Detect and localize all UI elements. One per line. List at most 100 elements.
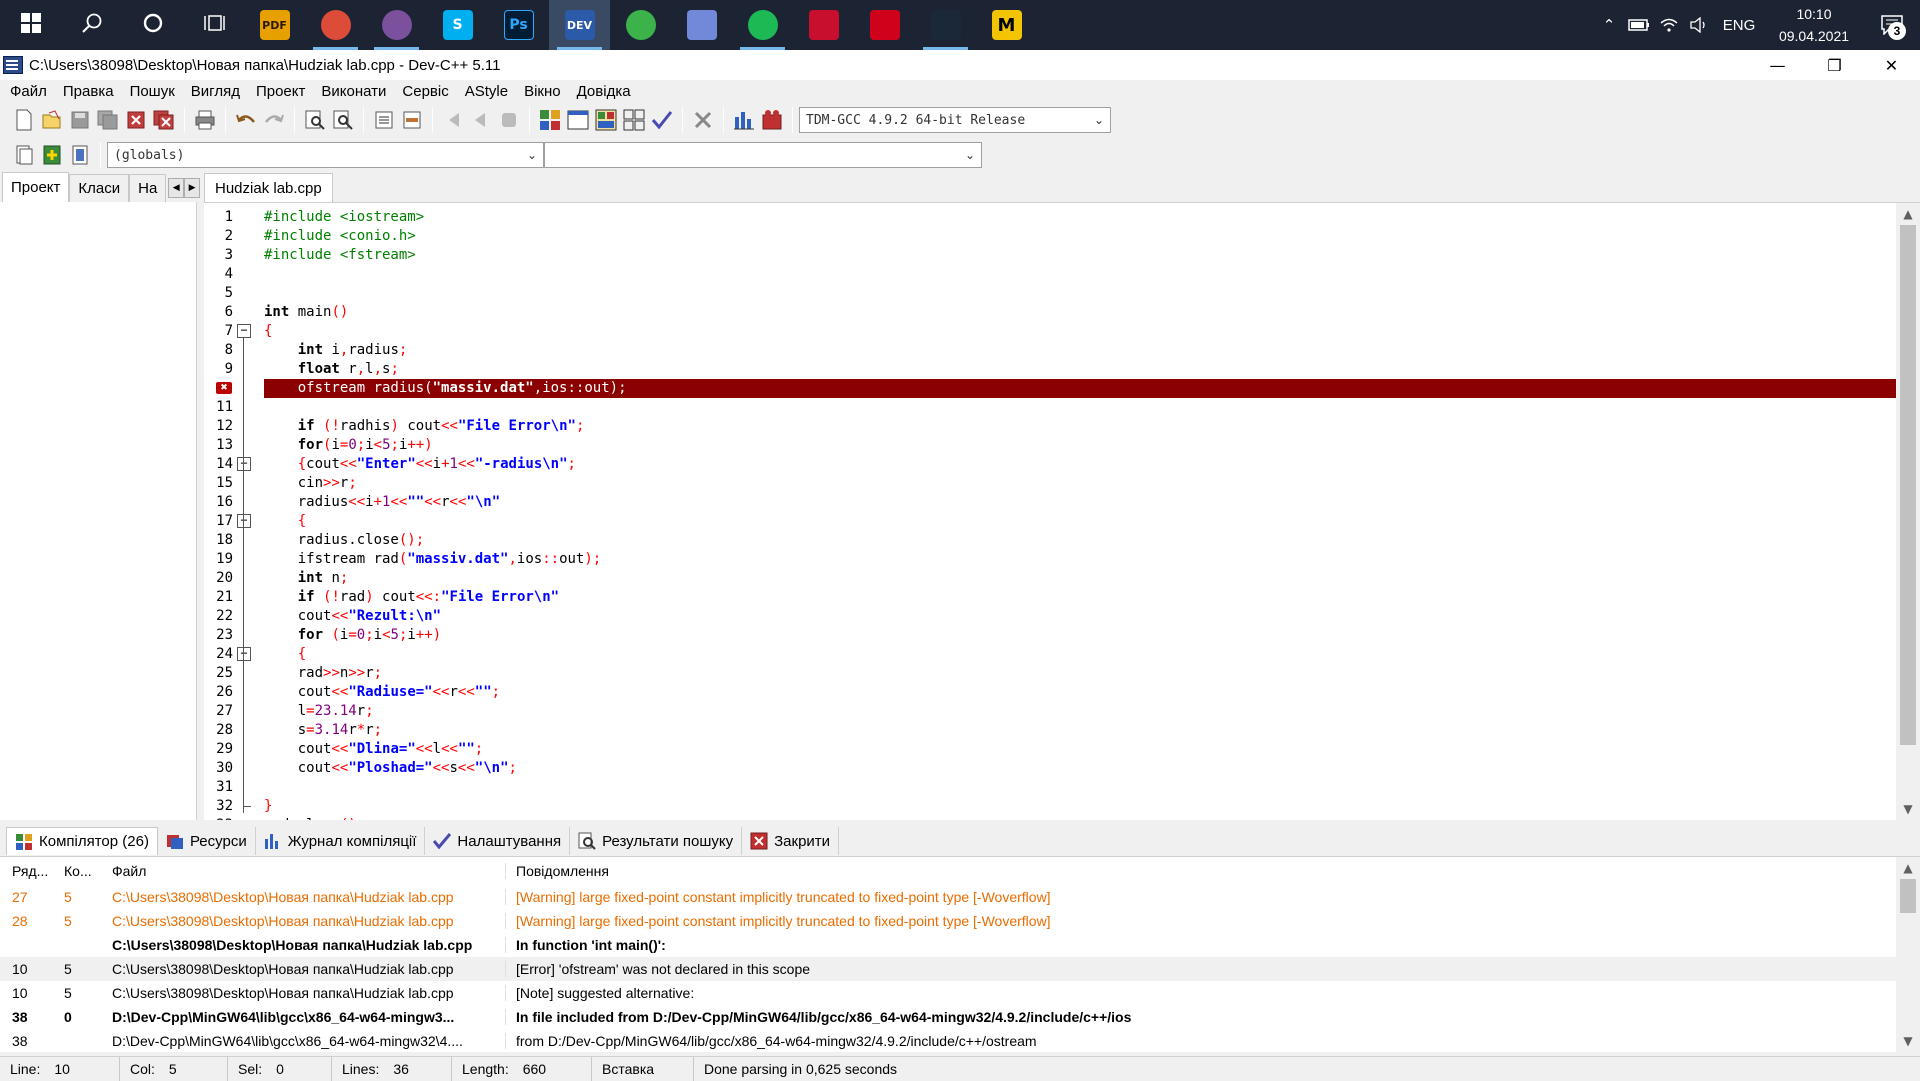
code-line[interactable] <box>264 284 1896 303</box>
taskbar-button-devcpp[interactable]: DEV <box>549 0 610 50</box>
unindent-icon[interactable] <box>398 106 426 134</box>
find-icon[interactable] <box>301 106 329 134</box>
editor-tab-file[interactable]: Hudziak lab.cpp <box>204 173 333 202</box>
tab-debug[interactable]: На <box>129 174 167 202</box>
code-line[interactable]: if (!radhis) cout<<"File Error\n"; <box>264 417 1896 436</box>
menu-item-8[interactable]: Вікно <box>516 83 569 100</box>
code-line[interactable]: cout<<"Ploshad="<<s<<"\n"; <box>264 759 1896 778</box>
scope-select[interactable]: (globals) ⌄ <box>107 142 544 168</box>
code-line[interactable] <box>264 265 1896 284</box>
compile-run-icon[interactable] <box>592 106 620 134</box>
message-row[interactable]: 27 5 C:\Users\38098\Desktop\Новая папка\Hu… <box>0 885 1896 909</box>
window-titlebar[interactable]: C:\Users\38098\Desktop\Новая папка\Hudzi… <box>0 50 1920 80</box>
profile-icon[interactable] <box>730 106 758 134</box>
taskbar-button-viber[interactable] <box>366 0 427 50</box>
project-tree[interactable] <box>0 202 197 820</box>
header-column[interactable]: Ко... <box>52 863 102 879</box>
compile-icon[interactable] <box>536 106 564 134</box>
code-line[interactable]: for (i=0;i<5;i++) <box>264 626 1896 645</box>
code-line[interactable]: } <box>264 797 1896 816</box>
code-line[interactable]: cin>>r; <box>264 474 1896 493</box>
code-line[interactable]: { <box>264 322 1896 341</box>
taskbar-button-chrome[interactable] <box>305 0 366 50</box>
new-file-icon[interactable] <box>10 106 38 134</box>
header-file[interactable]: Файл <box>102 863 506 879</box>
redo-icon[interactable] <box>260 106 288 134</box>
run-icon[interactable] <box>564 106 592 134</box>
header-line[interactable]: Ряд... <box>0 863 52 879</box>
clock[interactable]: 10:10 09.04.2021 <box>1764 3 1864 47</box>
menu-item-2[interactable]: Пошук <box>122 83 183 100</box>
taskbar-button-spotify[interactable] <box>732 0 793 50</box>
code-line[interactable] <box>264 398 1896 417</box>
message-row[interactable]: 10 5 C:\Users\38098\Desktop\Новая папка\Hu… <box>0 981 1896 1005</box>
bookmark-icon[interactable] <box>495 106 523 134</box>
previous-page-icon[interactable] <box>439 106 467 134</box>
taskbar-button-task-view[interactable] <box>183 0 244 50</box>
fold-toggle-icon[interactable]: − <box>237 457 251 471</box>
fold-toggle-icon[interactable]: − <box>237 647 251 661</box>
menu-item-1[interactable]: Правка <box>55 83 122 100</box>
code-line[interactable]: int i,radius; <box>264 341 1896 360</box>
code-editor[interactable]: 1234567−89✖11121314−151617−1819202122232… <box>204 202 1920 820</box>
message-row[interactable]: 10 5 C:\Users\38098\Desktop\Новая папка\Hu… <box>0 957 1896 981</box>
code-line[interactable] <box>264 778 1896 797</box>
menu-item-6[interactable]: Сервіс <box>394 83 456 100</box>
menu-item-7[interactable]: AStyle <box>457 83 516 100</box>
taskbar-button-photoshop[interactable]: Ps <box>488 0 549 50</box>
rebuild-icon[interactable] <box>620 106 648 134</box>
battery-icon[interactable] <box>1624 0 1654 50</box>
print-icon[interactable] <box>191 106 219 134</box>
compiler-select[interactable]: TDM-GCC 4.9.2 64-bit Release ⌄ <box>799 107 1111 133</box>
tab-scroll-left-icon[interactable]: ◀ <box>168 178 185 198</box>
tab-search-results[interactable]: Результати пошуку <box>570 827 743 855</box>
devcpp-app-icon[interactable] <box>3 56 23 74</box>
code-line[interactable]: rad.close(); <box>264 816 1896 820</box>
menu-item-3[interactable]: Вигляд <box>183 83 248 100</box>
code-line[interactable]: int main() <box>264 303 1896 322</box>
message-row[interactable]: 38 0 D:\Dev-Cpp\MinGW64\lib\gcc\x86_64-w64… <box>0 1005 1896 1029</box>
code-line[interactable]: #include <fstream> <box>264 246 1896 265</box>
tab-project[interactable]: Проект <box>2 172 70 202</box>
code-line[interactable]: {cout<<"Enter"<<i+1<<"-radius\n"; <box>264 455 1896 474</box>
member-select[interactable]: ⌄ <box>544 142 982 168</box>
taskbar-button-search[interactable] <box>61 0 122 50</box>
menu-item-5[interactable]: Виконати <box>313 83 394 100</box>
scroll-up-icon[interactable]: ▲ <box>1896 203 1920 225</box>
code-line[interactable]: int n; <box>264 569 1896 588</box>
code-line[interactable]: radius.close(); <box>264 531 1896 550</box>
tab-scroll-right-icon[interactable]: ▶ <box>184 178 200 198</box>
scroll-down-icon[interactable]: ▼ <box>1896 798 1920 820</box>
menu-item-9[interactable]: Довідка <box>569 83 639 100</box>
tab-close[interactable]: Закрити <box>742 827 840 855</box>
taskbar-button-steam[interactable] <box>915 0 976 50</box>
tab-classes[interactable]: Класи <box>69 174 130 202</box>
chevron-up-icon[interactable]: ⌃ <box>1594 0 1624 50</box>
message-row[interactable]: 38 D:\Dev-Cpp\MinGW64\lib\gcc\x86_64-w64-… <box>0 1029 1896 1052</box>
add-to-project-icon[interactable] <box>38 141 66 169</box>
editor-vertical-scrollbar[interactable]: ▲ ▼ <box>1896 203 1920 820</box>
taskbar-button-discord[interactable] <box>671 0 732 50</box>
project-options-icon[interactable] <box>66 141 94 169</box>
menu-item-4[interactable]: Проект <box>248 83 313 100</box>
code-line[interactable]: float r,l,s; <box>264 360 1896 379</box>
taskbar-button-windows-start[interactable] <box>0 0 61 50</box>
code-line[interactable]: rad>>n>>r; <box>264 664 1896 683</box>
header-message[interactable]: Повідомлення <box>506 863 1896 879</box>
volume-icon[interactable] <box>1684 0 1714 50</box>
taskbar-button-red-app[interactable] <box>793 0 854 50</box>
save-all-icon[interactable] <box>94 106 122 134</box>
tab-compile-log[interactable]: Журнал компіляції <box>256 827 426 855</box>
restore-button[interactable]: ❐ <box>1806 50 1863 80</box>
notification-center-button[interactable]: 3 <box>1864 0 1920 50</box>
code-line[interactable]: radius<<i+1<<""<<r<<"\n" <box>264 493 1896 512</box>
code-line[interactable]: { <box>264 645 1896 664</box>
save-icon[interactable] <box>66 106 94 134</box>
close-file-icon[interactable] <box>122 106 150 134</box>
replace-icon[interactable] <box>329 106 357 134</box>
code-line[interactable]: #include <conio.h> <box>264 227 1896 246</box>
debug-icon[interactable] <box>758 106 786 134</box>
taskbar-button-m-app[interactable]: M <box>976 0 1037 50</box>
code-line[interactable]: cout<<"Dlina="<<l<<""; <box>264 740 1896 759</box>
minimize-button[interactable]: — <box>1749 50 1806 80</box>
